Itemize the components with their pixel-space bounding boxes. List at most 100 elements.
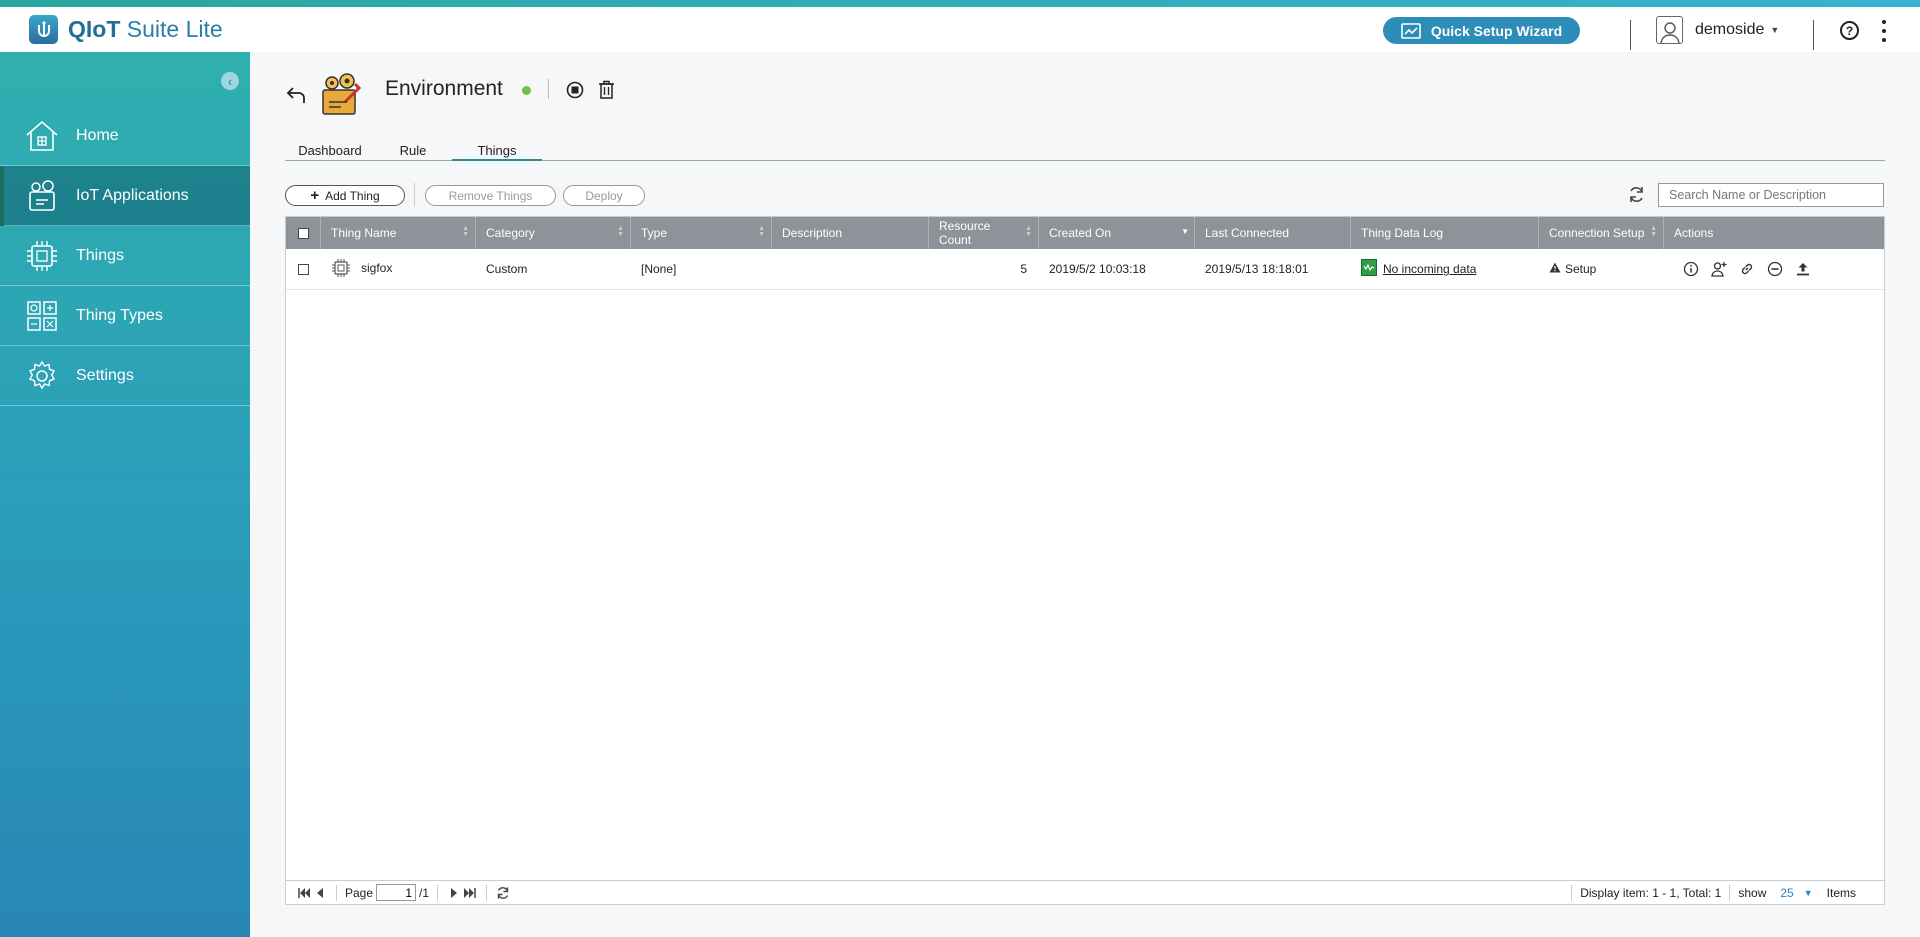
total-pages: /1 bbox=[419, 885, 430, 900]
user-name: demoside bbox=[1695, 21, 1765, 38]
things-table: Thing Name ▲ ▼ Category ▲ ▼ Type ▲ ▼ Descripti… bbox=[285, 216, 1885, 905]
top-bar: QIoT Suite Lite Quick Setup Wizard demos… bbox=[0, 7, 1920, 52]
column-header-created-on[interactable]: Created On ▼ bbox=[1039, 217, 1195, 249]
add-thing-label: Add Thing bbox=[325, 188, 380, 203]
sidebar-item-things[interactable]: Things bbox=[0, 226, 250, 286]
add-thing-button[interactable]: + Add Thing bbox=[285, 185, 405, 206]
data-log-icon bbox=[1361, 259, 1377, 279]
sidebar-item-home[interactable]: Home bbox=[0, 106, 250, 166]
sort-icon: ▲ ▼ bbox=[758, 225, 765, 238]
more-menu-icon[interactable] bbox=[1880, 20, 1888, 42]
main-content: Environment Dashboard Rule Things + Add … bbox=[250, 52, 1920, 937]
cell-thing-name: sigfox bbox=[321, 249, 476, 290]
sort-desc-icon: ▼ bbox=[1181, 227, 1189, 236]
last-page-icon[interactable] bbox=[462, 885, 478, 901]
column-header-description[interactable]: Description bbox=[772, 217, 929, 249]
tab-dashboard[interactable]: Dashboard bbox=[285, 143, 375, 161]
sidebar-item-label: Settings bbox=[76, 366, 134, 384]
cell-connection-setup: Setup bbox=[1539, 249, 1664, 290]
header-divider bbox=[1630, 20, 1631, 50]
add-user-icon[interactable] bbox=[1710, 260, 1728, 278]
sidebar-item-iot-applications[interactable]: IoT Applications bbox=[0, 166, 250, 226]
top-accent-stripe bbox=[0, 0, 1920, 7]
column-header-thing-name[interactable]: Thing Name ▲ ▼ bbox=[321, 217, 476, 249]
help-icon[interactable]: ? bbox=[1840, 21, 1859, 40]
display-info: Display item: 1 - 1, Total: 1 bbox=[1580, 885, 1722, 900]
column-header-type[interactable]: Type ▲ ▼ bbox=[631, 217, 772, 249]
cell-description bbox=[772, 249, 929, 290]
toolbar-divider bbox=[414, 183, 415, 207]
app-logo[interactable]: QIoT Suite Lite bbox=[29, 15, 223, 44]
setup-link[interactable]: Setup bbox=[1565, 262, 1596, 276]
column-header-connection-setup[interactable]: Connection Setup ▲ ▼ bbox=[1539, 217, 1664, 249]
table-header: Thing Name ▲ ▼ Category ▲ ▼ Type ▲ ▼ Descripti… bbox=[286, 217, 1884, 249]
status-indicator bbox=[522, 86, 531, 95]
row-checkbox[interactable] bbox=[298, 263, 309, 275]
upload-icon[interactable] bbox=[1794, 260, 1812, 278]
row-select-cell bbox=[286, 249, 321, 290]
wizard-icon bbox=[1401, 22, 1421, 39]
app-toolbox-icon bbox=[317, 72, 362, 116]
user-avatar-icon bbox=[1656, 16, 1683, 44]
previous-page-icon[interactable] bbox=[312, 885, 328, 901]
cell-category: Custom bbox=[486, 262, 528, 276]
thing-types-icon bbox=[24, 298, 60, 334]
quick-setup-wizard-button[interactable]: Quick Setup Wizard bbox=[1383, 17, 1580, 44]
column-header-category[interactable]: Category ▲ ▼ bbox=[476, 217, 631, 249]
caret-down-icon: ▼ bbox=[1770, 25, 1780, 35]
refresh-icon[interactable] bbox=[1627, 185, 1646, 207]
column-header-actions: Actions bbox=[1674, 226, 1714, 240]
sort-icon: ▲ ▼ bbox=[462, 225, 469, 238]
page-number-input[interactable] bbox=[376, 884, 417, 901]
user-menu[interactable]: demoside ▼ bbox=[1656, 16, 1779, 44]
tab-rule[interactable]: Rule bbox=[397, 143, 429, 161]
select-all-cell bbox=[286, 217, 321, 249]
back-arrow-icon[interactable] bbox=[286, 84, 308, 107]
tab-things[interactable]: Things bbox=[452, 143, 542, 161]
pagination-divider bbox=[486, 884, 488, 901]
trash-icon[interactable] bbox=[598, 80, 615, 102]
pagination-divider bbox=[1571, 884, 1573, 901]
sidebar-item-label: Home bbox=[76, 126, 119, 144]
sidebar-item-settings[interactable]: Settings bbox=[0, 346, 250, 406]
pagination-divider bbox=[336, 884, 337, 901]
cell-created-on: 2019/5/2 10:03:18 bbox=[1049, 262, 1146, 276]
show-label: show bbox=[1738, 885, 1767, 900]
column-header-last-connected[interactable]: Last Connected bbox=[1195, 217, 1351, 249]
deploy-button[interactable]: Deploy bbox=[563, 185, 645, 206]
next-page-icon[interactable] bbox=[446, 885, 462, 901]
pagination-divider bbox=[1729, 884, 1731, 901]
stop-icon[interactable] bbox=[566, 81, 584, 102]
collapse-sidebar-icon[interactable]: ‹ bbox=[221, 72, 239, 90]
items-per-page-value: 25 bbox=[1780, 885, 1794, 900]
refresh-icon[interactable] bbox=[495, 885, 511, 901]
sidebar-nav: Home IoT Applications Things Thing Types… bbox=[0, 106, 250, 406]
column-header-resource-count[interactable]: Resource Count ▲ ▼ bbox=[929, 217, 1039, 249]
sidebar-item-thing-types[interactable]: Thing Types bbox=[0, 286, 250, 346]
home-icon bbox=[24, 118, 60, 154]
page-label: Page bbox=[345, 885, 374, 900]
sidebar: ‹ Home IoT Applications Things Thing Typ… bbox=[0, 52, 250, 937]
qiot-logo-icon bbox=[29, 15, 58, 44]
caret-down-icon: ▼ bbox=[1803, 887, 1813, 898]
info-icon[interactable] bbox=[1682, 260, 1700, 278]
search-input[interactable] bbox=[1658, 183, 1884, 207]
select-all-checkbox[interactable] bbox=[298, 227, 309, 239]
no-incoming-data-link[interactable]: No incoming data bbox=[1383, 262, 1476, 276]
cell-actions bbox=[1664, 249, 1884, 290]
gear-icon bbox=[24, 358, 60, 394]
items-label: Items bbox=[1826, 885, 1856, 900]
header-divider bbox=[1813, 20, 1814, 50]
cell-type: [None] bbox=[641, 262, 677, 276]
remove-things-button[interactable]: Remove Things bbox=[425, 185, 556, 206]
cell-last-connected: 2019/5/13 18:18:01 bbox=[1205, 262, 1309, 276]
remove-icon[interactable] bbox=[1766, 260, 1784, 278]
pagination-divider bbox=[437, 884, 439, 901]
link-icon[interactable] bbox=[1738, 260, 1756, 278]
cell-resource-count: 5 bbox=[1020, 262, 1027, 276]
items-per-page-select[interactable]: 25 ▼ bbox=[1780, 886, 1812, 900]
first-page-icon[interactable] bbox=[296, 885, 312, 901]
column-header-thing-data-log[interactable]: Thing Data Log bbox=[1351, 217, 1539, 249]
plus-icon: + bbox=[310, 186, 320, 204]
table-row[interactable]: sigfox Custom [None] 5 2019/5/2 10:03:18… bbox=[286, 249, 1884, 290]
